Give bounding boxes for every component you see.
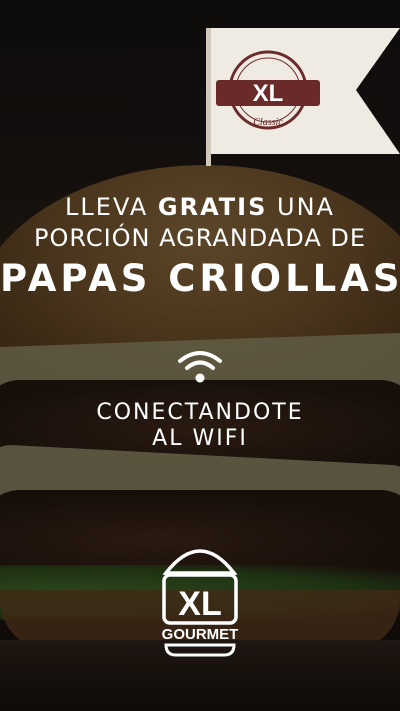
flag-tagline-text: Classic — [253, 117, 283, 128]
logo-brand-text: XL — [178, 585, 221, 623]
brand-flag: XL Classic — [206, 28, 400, 166]
connect-line-2: AL WIFI — [152, 426, 248, 451]
burger-logo-icon: XL GOURMET — [160, 537, 240, 659]
flag-brand-text: XL — [253, 80, 284, 107]
promo-line-3: PAPAS CRIOLLAS — [0, 257, 400, 300]
wifi-icon — [176, 347, 224, 387]
promo-line-1: LLEVA GRATIS UNA — [65, 193, 335, 221]
promo-line-2: PORCIÓN AGRANDADA DE — [33, 224, 367, 252]
wifi-splash-screen: XL Classic LLEVA GRATIS UNA PORCIÓN AGRA… — [0, 0, 400, 711]
connect-wifi-text: CONECTANDOTE AL WIFI — [0, 400, 400, 452]
connect-line-1: CONECTANDOTE — [96, 400, 304, 425]
promo-headline: LLEVA GRATIS UNA PORCIÓN AGRANDADA DE PA… — [0, 192, 400, 302]
logo-sub-text: GOURMET — [162, 626, 239, 643]
